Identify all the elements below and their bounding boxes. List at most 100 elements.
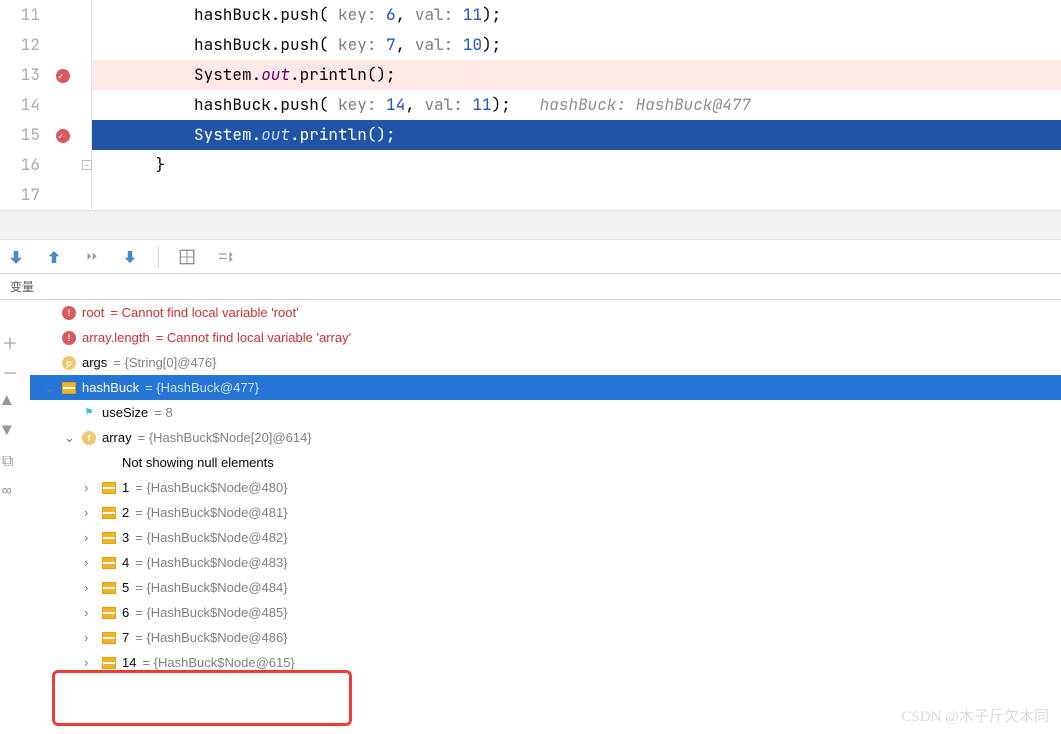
var-value: = {HashBuck$Node@615}	[142, 655, 294, 670]
error-icon: !	[62, 306, 76, 320]
chevron-right-icon[interactable]: ›	[84, 505, 96, 520]
var-name: 6	[122, 605, 129, 620]
breakpoint-slot[interactable]	[50, 0, 78, 30]
remove-watch-icon[interactable]: －	[2, 360, 18, 376]
fold-slot[interactable]	[78, 90, 91, 120]
variable-row[interactable]: p args = {String[0]@476}	[30, 350, 1061, 375]
object-icon	[102, 557, 116, 569]
code-line[interactable]: hashBuck.push( key: 7, val: 10);	[92, 30, 1061, 60]
line-number-gutter: 11121314151617	[0, 0, 50, 210]
var-name: array.length	[82, 330, 150, 345]
var-value: = Cannot find local variable 'array'	[156, 330, 351, 345]
variable-row[interactable]: ! root = Cannot find local variable 'roo…	[30, 300, 1061, 325]
fold-slot[interactable]	[78, 120, 91, 150]
settings-icon[interactable]	[215, 247, 235, 267]
var-name: useSize	[102, 405, 148, 420]
breakpoint-gutter[interactable]	[50, 0, 78, 210]
step-down-icon[interactable]	[120, 247, 140, 267]
breakpoint-icon[interactable]	[56, 129, 70, 143]
var-name: Not showing null elements	[122, 455, 274, 470]
object-icon	[102, 657, 116, 669]
object-icon	[102, 482, 116, 494]
fold-slot[interactable]	[78, 0, 91, 30]
line-number: 16	[0, 150, 40, 180]
chevron-right-icon[interactable]: ›	[84, 480, 96, 495]
var-name: 2	[122, 505, 129, 520]
object-icon	[102, 532, 116, 544]
annotation-box	[52, 670, 352, 726]
step-back-icon[interactable]	[6, 247, 26, 267]
breakpoint-icon[interactable]	[56, 69, 70, 83]
variable-row[interactable]: › 6 = {HashBuck$Node@485}	[30, 600, 1061, 625]
var-value: = {HashBuck@477}	[145, 380, 259, 395]
breakpoint-slot[interactable]	[50, 150, 78, 180]
error-icon: !	[62, 331, 76, 345]
code-editor: 11121314151617 – hashBuck.push( key: 6, …	[0, 0, 1061, 210]
var-name: 5	[122, 580, 129, 595]
step-up-icon[interactable]	[44, 247, 64, 267]
editor-bottom-band	[0, 210, 1061, 240]
var-value: = {HashBuck$Node@481}	[135, 505, 287, 520]
code-line[interactable]: hashBuck.push( key: 14, val: 11); hashBu…	[92, 90, 1061, 120]
line-number: 14	[0, 90, 40, 120]
chevron-right-icon[interactable]: ›	[84, 655, 96, 670]
object-icon	[102, 632, 116, 644]
link-icon[interactable]: ∞	[2, 480, 18, 496]
chevron-right-icon[interactable]: ›	[84, 555, 96, 570]
code-line[interactable]: }	[92, 150, 1061, 180]
move-down-icon[interactable]: ▼	[2, 420, 18, 436]
fold-slot[interactable]	[78, 60, 91, 90]
var-name: root	[82, 305, 104, 320]
watermark: CSDN @木子斤欠木同	[901, 705, 1049, 726]
variable-row[interactable]: › 3 = {HashBuck$Node@482}	[30, 525, 1061, 550]
chevron-down-icon[interactable]: ⌄	[64, 430, 76, 446]
grid-icon[interactable]	[177, 247, 197, 267]
reset-frame-icon[interactable]	[82, 247, 102, 267]
variable-row[interactable]: ⌄f array = {HashBuck$Node[20]@614}	[30, 425, 1061, 450]
line-number: 15	[0, 120, 40, 150]
variable-row[interactable]: › 4 = {HashBuck$Node@483}	[30, 550, 1061, 575]
move-up-icon[interactable]: ▲	[2, 390, 18, 406]
code-line[interactable]: hashBuck.push( key: 6, val: 11);	[92, 0, 1061, 30]
var-value: = {HashBuck$Node@482}	[135, 530, 287, 545]
line-number: 13	[0, 60, 40, 90]
var-name: array	[102, 430, 132, 445]
code-area[interactable]: hashBuck.push( key: 6, val: 11); hashBuc…	[92, 0, 1061, 210]
fold-gutter[interactable]: –	[78, 0, 92, 210]
variable-row[interactable]: Not showing null elements	[30, 450, 1061, 475]
line-number: 17	[0, 180, 40, 210]
var-value: = {HashBuck$Node@485}	[135, 605, 287, 620]
variable-row[interactable]: ! array.length = Cannot find local varia…	[30, 325, 1061, 350]
var-value: = {String[0]@476}	[113, 355, 216, 370]
code-line[interactable]: System.out.println();	[92, 60, 1061, 90]
breakpoint-slot[interactable]	[50, 60, 78, 90]
variable-row[interactable]: › 1 = {HashBuck$Node@480}	[30, 475, 1061, 500]
breakpoint-slot[interactable]	[50, 30, 78, 60]
param-icon: p	[62, 356, 76, 370]
add-watch-icon[interactable]: ＋	[2, 330, 18, 346]
variable-row[interactable]: › 5 = {HashBuck$Node@484}	[30, 575, 1061, 600]
chevron-right-icon[interactable]: ›	[84, 605, 96, 620]
var-name: 1	[122, 480, 129, 495]
fold-slot[interactable]	[78, 30, 91, 60]
var-name: 7	[122, 630, 129, 645]
variables-tree[interactable]: ! root = Cannot find local variable 'roo…	[0, 300, 1061, 675]
var-value: = {HashBuck$Node@483}	[135, 555, 287, 570]
chevron-right-icon[interactable]: ›	[84, 530, 96, 545]
code-line[interactable]: System.out.println();	[92, 120, 1061, 150]
var-name: 14	[122, 655, 136, 670]
panel-left-rail: ＋ － ▲ ▼ ⧉ ∞	[0, 324, 20, 496]
chevron-right-icon[interactable]: ›	[84, 630, 96, 645]
chevron-right-icon[interactable]: ›	[84, 580, 96, 595]
var-name: 3	[122, 530, 129, 545]
chevron-down-icon[interactable]: ⌄	[44, 380, 56, 396]
copy-icon[interactable]: ⧉	[2, 450, 18, 466]
variable-row[interactable]: › 7 = {HashBuck$Node@486}	[30, 625, 1061, 650]
variable-row[interactable]: ⚑ useSize = 8	[30, 400, 1061, 425]
breakpoint-slot[interactable]	[50, 90, 78, 120]
breakpoint-slot[interactable]	[50, 120, 78, 150]
var-name: args	[82, 355, 107, 370]
variable-row[interactable]: ⌄ hashBuck = {HashBuck@477}	[30, 375, 1061, 400]
variable-row[interactable]: › 2 = {HashBuck$Node@481}	[30, 500, 1061, 525]
var-name: hashBuck	[82, 380, 139, 395]
